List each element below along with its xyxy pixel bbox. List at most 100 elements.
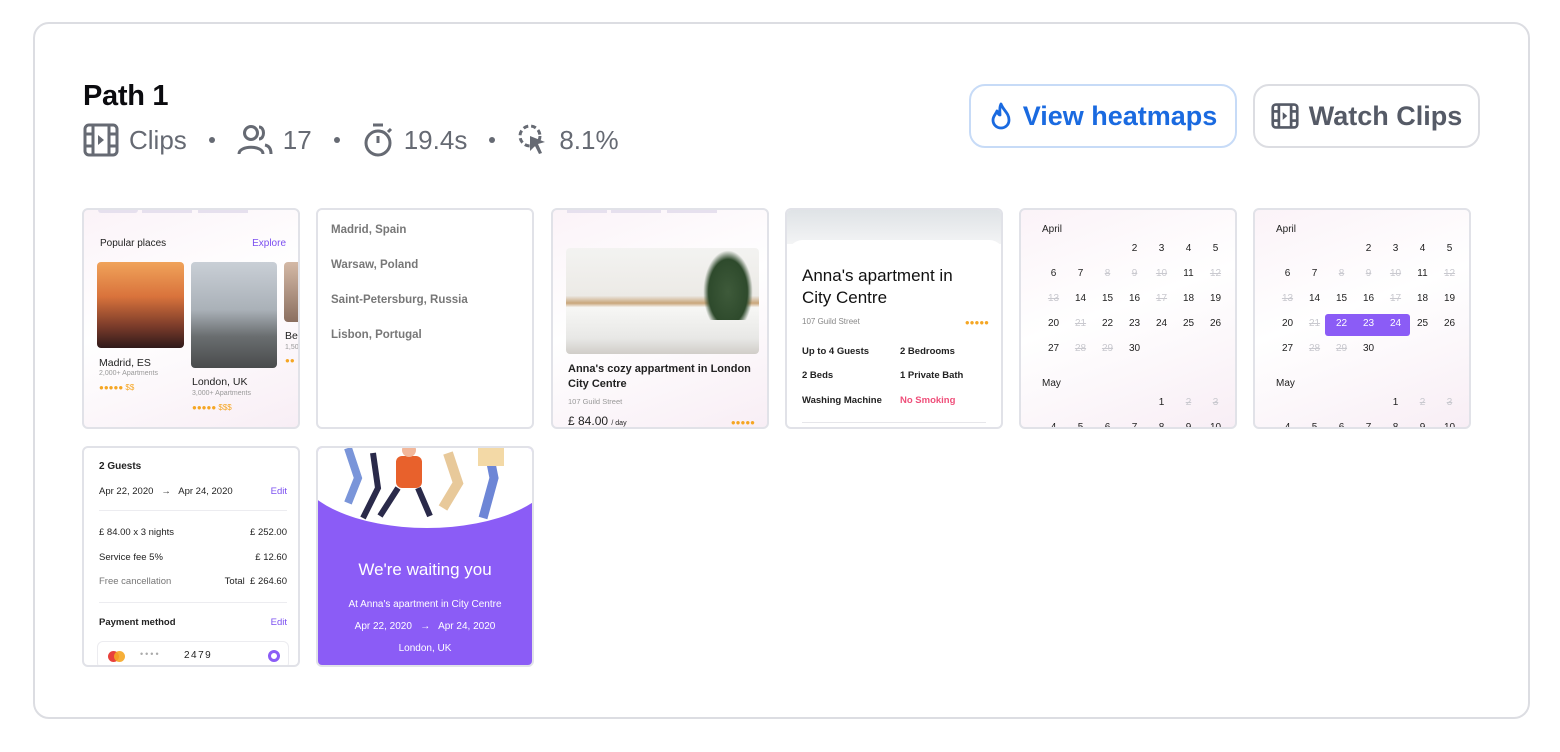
explore-link: Explore xyxy=(252,238,286,249)
apartment-rating: ●●●●● xyxy=(964,318,989,327)
calendar-day: 24 xyxy=(1155,318,1168,329)
calendar-day: 26 xyxy=(1209,318,1222,329)
radio-selected-icon xyxy=(268,650,280,662)
calendar-day: 9 xyxy=(1185,422,1192,429)
calendar-day: 7 xyxy=(1311,268,1318,279)
feature-item: 2 Beds xyxy=(802,370,834,381)
price-value: £ 84.00 xyxy=(568,414,609,428)
listing-price: £ 84.00 / day xyxy=(568,414,627,428)
calendar-day: 2 xyxy=(1185,397,1192,408)
calendar-day: 6 xyxy=(1050,268,1057,279)
view-heatmaps-button[interactable]: View heatmaps xyxy=(969,84,1237,148)
guests-label: 2 Guests xyxy=(99,461,142,472)
clip-thumbnail-apartment-detail[interactable]: Anna's apartment in City Centre 107 Guil… xyxy=(785,208,1003,429)
clip-thumbnail-confirmation[interactable]: We're waiting you At Anna's apartment in… xyxy=(316,446,534,667)
edit-dates-link: Edit xyxy=(270,486,287,497)
calendar-day: 27 xyxy=(1281,343,1294,354)
divider xyxy=(99,510,287,511)
calendar-day: 14 xyxy=(1074,293,1087,304)
calendar-day: 9 xyxy=(1365,268,1372,279)
feature-item-warning: No Smoking xyxy=(900,395,956,406)
calendar-day: 30 xyxy=(1362,343,1375,354)
calendar-day: 22 xyxy=(1101,318,1114,329)
listing-title: Anna's cozy appartment in London City Ce… xyxy=(568,363,751,390)
view-heatmaps-label: View heatmaps xyxy=(1022,100,1218,131)
clip-thumbnail-listing[interactable]: Anna's cozy appartment in London City Ce… xyxy=(551,208,769,429)
place-sub: 1,50 xyxy=(285,344,299,351)
calendar-day: 21 xyxy=(1074,318,1087,329)
calendar-day: 19 xyxy=(1443,293,1456,304)
separator-dot xyxy=(208,137,215,143)
city-option: Saint-Petersburg, Russia xyxy=(331,294,468,306)
users-count: 17 xyxy=(282,124,312,155)
calendar-day: 10 xyxy=(1389,268,1402,279)
payment-row: Payment method Edit xyxy=(99,617,287,628)
total-value: £ 264.60 xyxy=(250,576,287,587)
calendar-day: 13 xyxy=(1047,293,1060,304)
confirmation-title: We're waiting you xyxy=(358,560,492,579)
calendar-day: 14 xyxy=(1308,293,1321,304)
place-rating: ●● xyxy=(285,356,295,365)
calendar-day: 23 xyxy=(1362,318,1375,329)
calendar-day: 28 xyxy=(1308,343,1321,354)
place-sub: 2,000+ Apartments xyxy=(99,370,158,377)
calendar-day: 21 xyxy=(1308,318,1321,329)
clip-thumbnail-calendar-selected[interactable]: April May 2 3 4 5 6 7 8 9 10 11 12 13 14 15 16 17 18 19 20… xyxy=(1253,208,1471,429)
calendar-day: 28 xyxy=(1074,343,1087,354)
calendar-day: 13 xyxy=(1281,293,1294,304)
london-photo xyxy=(191,262,277,368)
cancellation-label: Free cancellation xyxy=(99,576,172,587)
clips-meta: Clips xyxy=(83,123,187,157)
calendar-day: 7 xyxy=(1131,422,1138,429)
calendar-day: 9 xyxy=(1419,422,1426,429)
path-title: Path 1 xyxy=(83,80,169,112)
total-row: Free cancellation Total £ 264.60 xyxy=(99,576,287,587)
calendar-month-label: April xyxy=(1276,224,1297,235)
clip-thumbnail-calendar[interactable]: April May 2 3 4 5 6 7 8 9 10 11 12 13 14 15 16 17 18 19 20… xyxy=(1019,208,1237,429)
calendar-day: 25 xyxy=(1182,318,1195,329)
price-label: £ 84.00 x 3 nights xyxy=(99,527,174,538)
calendar-day: 11 xyxy=(1183,268,1194,279)
calendar-day: 16 xyxy=(1128,293,1141,304)
madrid-photo xyxy=(97,262,184,348)
apartment-header-photo xyxy=(787,210,1001,244)
clip-thumbnail-booking-summary[interactable]: 2 Guests Apr 22, 2020 → Apr 24, 2020 Edi… xyxy=(82,446,300,667)
calendar-day: 23 xyxy=(1128,318,1141,329)
flame-icon xyxy=(991,102,1011,130)
place-rating: ●●●●● $$$ xyxy=(192,403,232,412)
calendar-day: 29 xyxy=(1101,343,1114,354)
calendar-day: 4 xyxy=(1284,422,1291,429)
calendar-day: 26 xyxy=(1443,318,1456,329)
card-last-digits: 2479 xyxy=(184,650,213,661)
calendar-day: 3 xyxy=(1392,243,1399,254)
place-name: London, UK xyxy=(192,376,248,388)
calendar-day: 17 xyxy=(1155,293,1168,304)
users-meta: 17 xyxy=(237,124,312,156)
calendar-day: 9 xyxy=(1131,268,1138,279)
calendar-day: 6 xyxy=(1284,268,1291,279)
clip-thumbnail-popular-places[interactable]: Popular places Explore Madrid, ES 2,000+… xyxy=(82,208,300,429)
date-from: Apr 22, 2020 xyxy=(354,621,412,632)
calendar-day: 1 xyxy=(1158,397,1165,408)
calendar-day: 25 xyxy=(1416,318,1429,329)
city-option: Warsaw, Poland xyxy=(331,259,419,271)
listing-address: 107 Guild Street xyxy=(568,397,623,406)
users-icon xyxy=(237,125,273,155)
calendar-day: 6 xyxy=(1338,422,1345,429)
film-icon xyxy=(83,123,119,157)
calendar-day: 8 xyxy=(1338,268,1345,279)
watch-clips-button[interactable]: Watch Clips xyxy=(1253,84,1480,148)
calendar-day: 10 xyxy=(1155,268,1168,279)
calendar-day: 17 xyxy=(1389,293,1402,304)
edit-payment-link: Edit xyxy=(270,617,287,628)
calendar-day: 11 xyxy=(1417,268,1428,279)
feature-item: 1 Private Bath xyxy=(900,370,964,381)
separator-dot xyxy=(333,137,340,143)
calendar-day: 8 xyxy=(1158,422,1165,429)
feature-item: 2 Bedrooms xyxy=(900,346,955,357)
calendar-day: 2 xyxy=(1419,397,1426,408)
clip-thumbnail-city-list[interactable]: Madrid, Spain Warsaw, Poland Saint-Peter… xyxy=(316,208,534,429)
duration-meta: 19.4s xyxy=(362,122,467,158)
price-row: £ 84.00 x 3 nights £ 252.00 xyxy=(99,527,287,538)
tab-indicator xyxy=(667,210,717,213)
